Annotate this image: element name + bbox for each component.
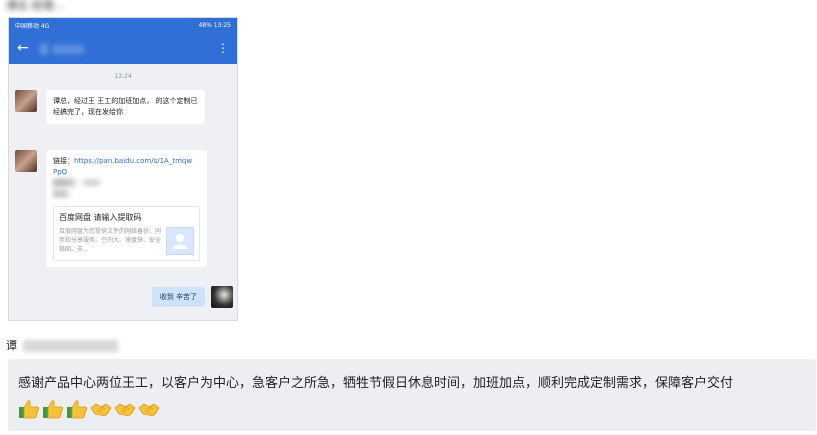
card-title: 百度网盘 请输入提取码 — [59, 213, 142, 222]
user-placeholder-icon — [166, 227, 194, 255]
redaction-mask — [23, 340, 118, 352]
message-row-1: 谭总，经过王 王工的加班加点， 的这个定制已经搞完了，现在发给你 — [15, 90, 205, 124]
card-body: 百度网盘为您提供文件的网络备份、同步和分享服务。空间大、速度快、安全稳固、支..… — [59, 227, 194, 255]
thumbs-up-icon — [67, 400, 88, 419]
arrow-left-icon[interactable]: ← — [17, 40, 29, 56]
message-row-2: 链接：https://pan.baidu.com/s/1A_tmqw PpQ 提… — [15, 150, 207, 267]
reply-bubble: 收到 辛苦了 — [151, 287, 205, 307]
share-link[interactable]: https://pan.baidu.com/s/1A_tmqw PpQ — [53, 157, 192, 176]
handshake-icon — [114, 403, 136, 417]
timestamp: 13:24 — [114, 73, 132, 80]
chat-screenshot: 中国移动 4G 48% 13:25 ← 王 33333 ⋮ 13:24 谭总，经… — [8, 17, 238, 321]
top-label: 谭总 经理... — [6, 0, 64, 12]
handshake-icon — [138, 403, 160, 417]
avatar — [15, 150, 37, 172]
thumbs-up-icon — [19, 400, 40, 419]
card-description: 百度网盘为您提供文件的网络备份、同步和分享服务。空间大、速度快、安全稳固、支..… — [59, 228, 162, 253]
status-bar: 中国移动 4G 48% 13:25 — [9, 18, 237, 32]
reply-row: 收到 辛苦了 — [151, 286, 233, 308]
more-vertical-icon[interactable]: ⋮ — [217, 41, 229, 55]
author-name: 谭 — [6, 339, 17, 352]
thumbs-up-icon — [43, 400, 64, 419]
share-link-line: 链接：https://pan.baidu.com/s/1A_tmqw PpQ — [53, 156, 200, 178]
status-right: 48% 13:25 — [198, 21, 231, 29]
emoji-row — [18, 399, 162, 419]
avatar — [211, 286, 233, 308]
message-bubble-2: 链接：https://pan.baidu.com/s/1A_tmqw PpQ 提… — [46, 150, 207, 267]
chat-header: ← 王 33333 ⋮ — [9, 32, 237, 64]
extra-line: 来自： — [53, 190, 74, 198]
link-prefix: 链接： — [53, 157, 74, 165]
comment-text: 感谢产品中心两位王工，以客户为中心，急客户之所急，牺牲节假日休息时间，加班加点，… — [18, 376, 734, 391]
message-bubble-1: 谭总，经过王 王工的加班加点， 的这个定制已经搞完了，现在发给你 — [46, 90, 205, 124]
author-label: 谭 — [6, 339, 118, 353]
extract-code-line: 提取码： nm4 — [53, 179, 99, 187]
avatar — [15, 90, 37, 112]
share-card[interactable]: 百度网盘 请输入提取码 百度网盘为您提供文件的网络备份、同步和分享服务。空间大、… — [53, 206, 200, 261]
handshake-icon — [90, 403, 112, 417]
comment-box: 感谢产品中心两位王工，以客户为中心，急客户之所急，牺牲节假日休息时间，加班加点，… — [8, 359, 816, 431]
chat-title: 王 33333 — [38, 44, 84, 56]
status-left: 中国移动 4G — [15, 22, 50, 30]
